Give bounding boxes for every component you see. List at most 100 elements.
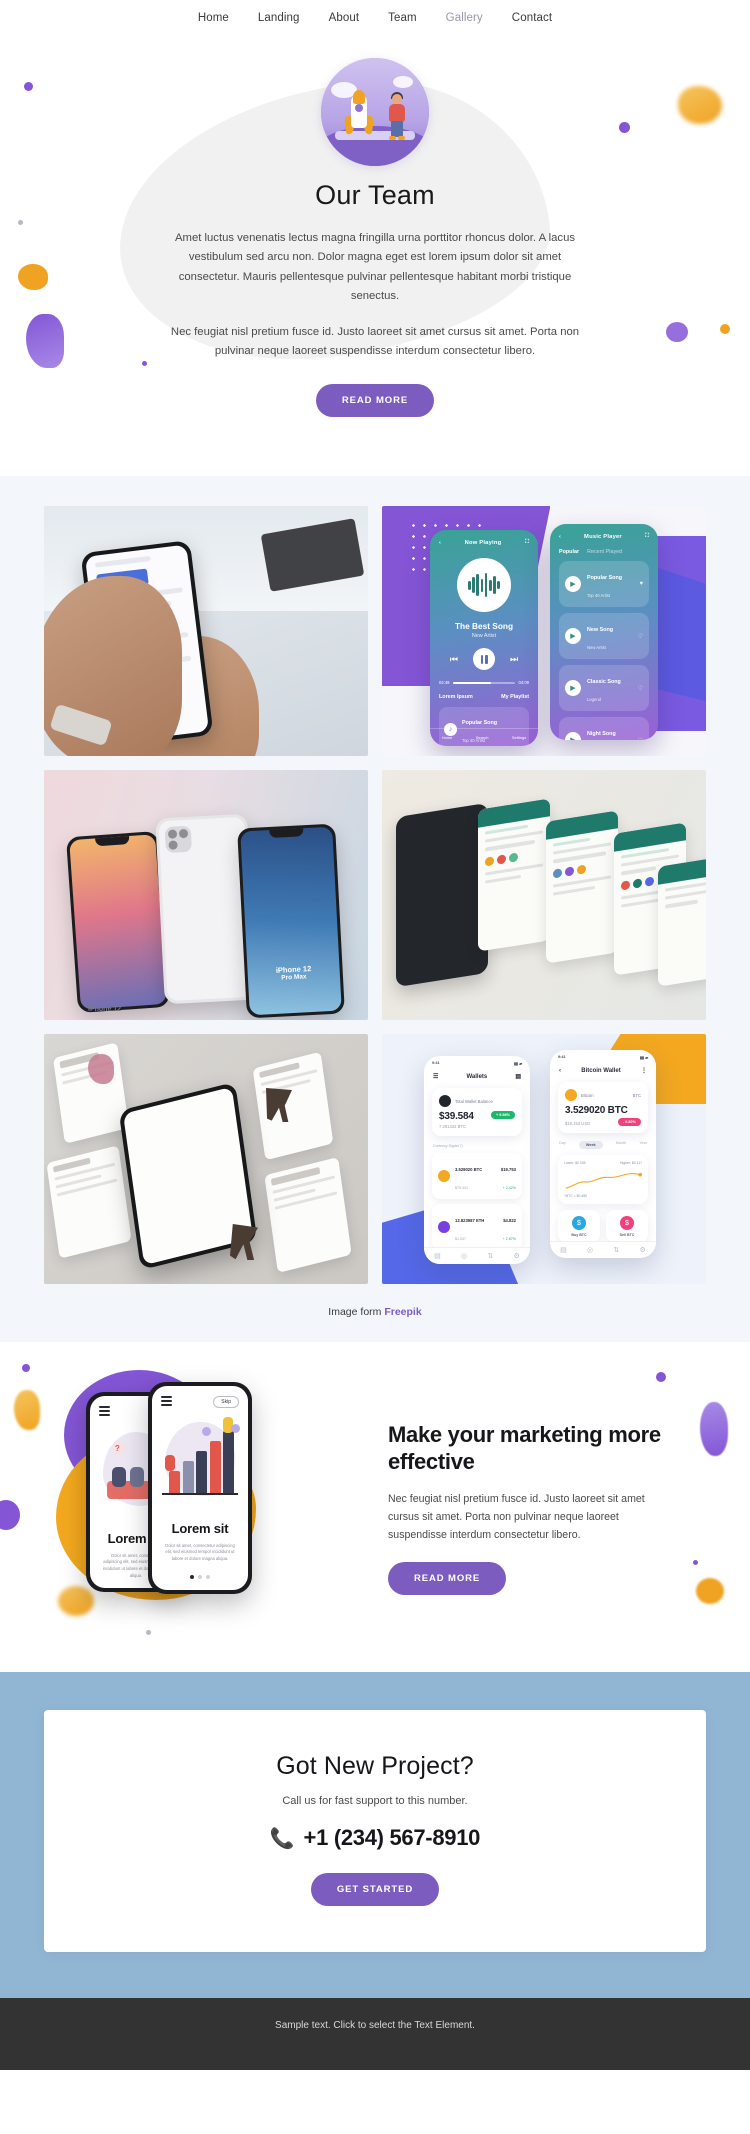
tab-recent-played[interactable]: Recent Played	[587, 549, 622, 555]
item-value: $19.753	[500, 1167, 516, 1172]
footer-text[interactable]: Sample text. Click to select the Text El…	[275, 2020, 475, 2031]
song-artist: Top 40 Artist	[587, 593, 611, 598]
bitcoin-icon	[565, 1089, 577, 1101]
marketing-phone-front: Skip Lorem sit Dolor sit amet, consectet…	[148, 1382, 252, 1594]
nav-item-team[interactable]: Team	[388, 12, 417, 24]
freepik-link[interactable]: Freepik	[384, 1306, 421, 1318]
scan-icon[interactable]: ▤	[515, 1073, 521, 1080]
song-list-item[interactable]: ▶ Night Song Dark Artist ♡	[559, 717, 649, 740]
song-list-item[interactable]: ▶ Popular Song Top 40 Artist ♥	[559, 561, 649, 607]
song-title: Classic Song	[587, 679, 621, 685]
gallery-tile-iphone-mockups[interactable]: iPhone 12 Pro Max iPhone 12	[44, 770, 368, 1020]
tab-lorem-ipsum[interactable]: Lorem Ipsum	[439, 694, 473, 700]
skip-button[interactable]: Skip	[213, 1396, 239, 1409]
nav-item-about[interactable]: About	[329, 12, 360, 24]
cta-heading: Got New Project?	[276, 1752, 474, 1780]
more-icon[interactable]: ⋮	[641, 1067, 647, 1074]
nav-settings-icon[interactable]: ⚙	[514, 1252, 520, 1260]
cast-icon[interactable]: ⛶	[645, 533, 649, 540]
read-more-button[interactable]: READ MORE	[315, 383, 435, 417]
tab-my-playlist[interactable]: My Playlist	[501, 694, 529, 700]
item-value: $4.822	[503, 1218, 516, 1223]
item-sub: $1.037	[455, 1237, 466, 1241]
nav-chart-icon[interactable]: ◎	[587, 1246, 593, 1254]
play-icon[interactable]: ▶	[565, 576, 581, 592]
chart-note: +BTC = $0.480	[564, 1194, 587, 1198]
progress-slider[interactable]	[453, 681, 515, 684]
tab-popular[interactable]: Popular	[559, 549, 579, 555]
item-change: + 2.87%	[502, 1237, 516, 1241]
song-list-item[interactable]: ▶ Classic Song Legend ♡	[559, 665, 649, 711]
heart-outline-icon[interactable]: ♡	[638, 737, 643, 741]
play-icon[interactable]: ▶	[565, 732, 581, 740]
nav-chart-icon[interactable]: ◎	[461, 1252, 467, 1260]
gallery-tile-work-mockups[interactable]	[44, 1034, 368, 1284]
bitcoin-wallet-title: Bitcoin Wallet	[581, 1067, 621, 1074]
heart-outline-icon[interactable]: ♡	[638, 633, 643, 640]
heart-outline-icon[interactable]: ♡	[638, 685, 643, 692]
timeframe-segmented-control[interactable]: Day Week Month Year	[559, 1141, 647, 1149]
marketing-read-more-button[interactable]: READ MORE	[388, 1562, 507, 1596]
menu-icon[interactable]	[161, 1396, 172, 1409]
nav-search[interactable]: Search	[476, 735, 489, 740]
nav-wallet-icon[interactable]: ▤	[434, 1252, 441, 1260]
chair-icon	[230, 1224, 258, 1260]
bitcoin-icon	[438, 1170, 450, 1182]
back-icon[interactable]: ‹	[559, 1068, 561, 1074]
hero-paragraph-1: Amet luctus venenatis lectus magna fring…	[175, 232, 575, 303]
cta-subtitle: Call us for fast support to this number.	[282, 1795, 468, 1807]
nav-settings-icon[interactable]: ⚙	[640, 1246, 646, 1254]
nav-home[interactable]: Home	[442, 735, 453, 740]
heart-filled-icon[interactable]: ♥	[639, 581, 643, 587]
cloud-icon	[393, 76, 413, 88]
marketing-body: Nec feugiat nisl pretium fusce id. Justo…	[388, 1492, 645, 1542]
gallery-tile-hand-holding-phone[interactable]	[44, 506, 368, 756]
back-icon[interactable]: ‹	[439, 540, 441, 546]
nav-item-landing[interactable]: Landing	[258, 12, 300, 24]
carousel-dots[interactable]	[152, 1575, 248, 1580]
song-artist: New Artist	[471, 633, 497, 639]
gallery-tile-crypto-wallet[interactable]: 9:41 ▮▮ ▰ ☰ Wallets ▤ Total Wallet Balan…	[382, 1034, 706, 1284]
segment-year[interactable]: Year	[639, 1141, 647, 1149]
wallets-title: Wallets	[466, 1073, 488, 1080]
gallery-tile-app-screens[interactable]	[382, 770, 706, 1020]
bitcoin-wallet-screen: 9:41 ▮▮ ▰ ‹ Bitcoin Wallet ⋮ Bitcoin BTC…	[550, 1050, 656, 1258]
nav-item-home[interactable]: Home	[198, 12, 229, 24]
segment-month[interactable]: Month	[616, 1141, 627, 1149]
gallery-tile-music-player[interactable]: ‹ Now Playing ⛶ The Best Song New Artist…	[382, 506, 706, 756]
wallet-list-item[interactable]: 3.529020 BTC $75.441 $19.753 + 2.42%	[432, 1153, 522, 1199]
nav-item-gallery[interactable]: Gallery	[446, 12, 483, 24]
play-icon[interactable]: ▶	[565, 628, 581, 644]
segment-week[interactable]: Week	[578, 1141, 603, 1149]
cast-icon[interactable]: ⛶	[525, 539, 529, 546]
bitcoin-amount-usd: $19.153 USD	[565, 1120, 591, 1126]
page-title: Our Team	[315, 180, 435, 210]
menu-icon[interactable]	[99, 1406, 110, 1419]
play-icon[interactable]: ▶	[565, 680, 581, 696]
deco-dot-purple	[22, 1364, 30, 1372]
nav-settings[interactable]: Settings	[512, 735, 526, 740]
menu-icon[interactable]: ☰	[433, 1073, 438, 1080]
nav-item-contact[interactable]: Contact	[512, 12, 552, 24]
cta-phone-number[interactable]: 📞 +1 (234) 567-8910	[44, 1825, 706, 1851]
buy-btc-button[interactable]: $ Buy BTC	[558, 1210, 600, 1243]
next-icon[interactable]: ⏭	[510, 654, 518, 665]
sell-icon: $	[620, 1216, 634, 1230]
footer: Sample text. Click to select the Text El…	[0, 1998, 750, 2070]
previous-icon[interactable]: ⏮	[450, 654, 458, 665]
get-started-button[interactable]: GET STARTED	[310, 1873, 440, 1906]
segment-day[interactable]: Day	[559, 1141, 566, 1149]
sell-btc-button[interactable]: $ Sell BTC	[606, 1210, 648, 1243]
song-list-item[interactable]: ▶ New Song New Artist ♡	[559, 613, 649, 659]
back-icon[interactable]: ‹	[559, 534, 561, 540]
pause-button[interactable]	[473, 648, 495, 670]
coin-label: Bitcoin	[581, 1092, 594, 1098]
rocket-icon	[343, 90, 375, 138]
nav-wallet-icon[interactable]: ▤	[560, 1246, 567, 1254]
nav-exchange-icon[interactable]: ⇅	[487, 1252, 493, 1260]
wallet-list-item[interactable]: 12.823987 ETH $1.037 $4.822 + 2.87%	[432, 1204, 522, 1250]
nav-exchange-icon[interactable]: ⇅	[613, 1246, 619, 1254]
gallery-grid: ‹ Now Playing ⛶ The Best Song New Artist…	[44, 506, 706, 1284]
onboarding-illustration-2	[152, 1415, 248, 1507]
status-time: 9:41	[432, 1061, 440, 1065]
